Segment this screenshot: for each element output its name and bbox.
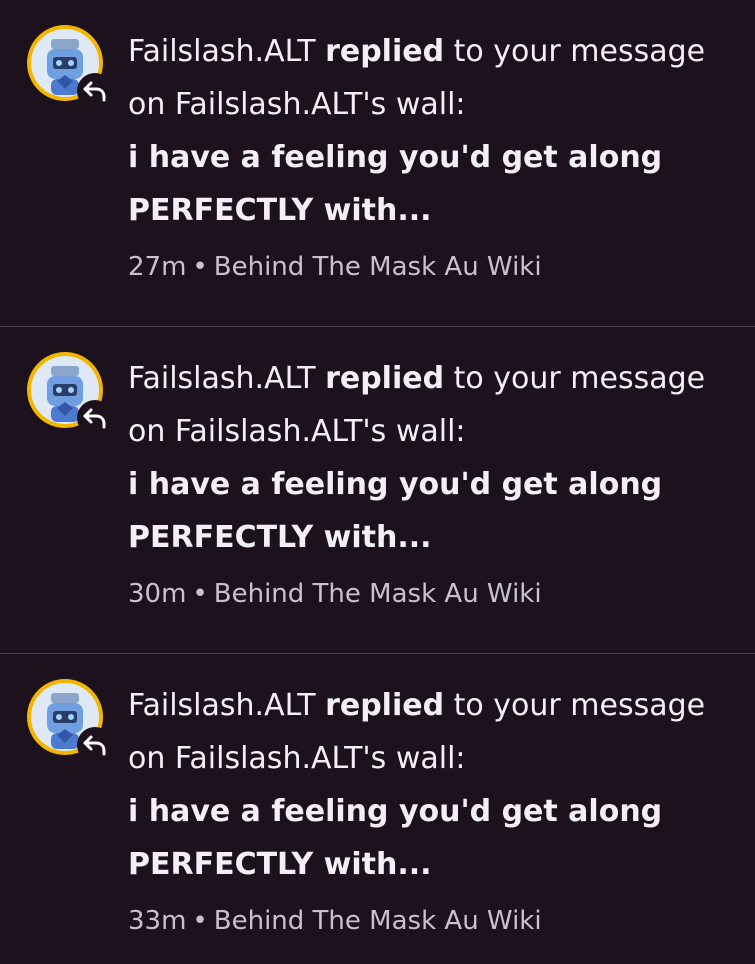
actor-name: Failslash.ALT <box>128 361 316 396</box>
wiki-name: Behind The Mask Au Wiki <box>213 579 542 609</box>
notification-headline: Failslash.ALT replied to your message on… <box>128 679 738 785</box>
notification-item[interactable]: Failslash.ALT replied to your message on… <box>0 0 755 327</box>
notification-content: Failslash.ALT replied to your message on… <box>128 25 738 285</box>
reply-badge <box>77 727 113 763</box>
notification-meta: 27m • Behind The Mask Au Wiki <box>128 249 738 285</box>
meta-separator: • <box>192 579 208 609</box>
wiki-name: Behind The Mask Au Wiki <box>213 906 542 936</box>
avatar-container <box>27 352 113 436</box>
reply-arrow-icon <box>83 408 106 429</box>
action-verb: replied <box>325 688 445 723</box>
message-snippet: i have a feeling you'd get along PERFECT… <box>128 794 663 882</box>
reply-arrow-icon <box>83 81 106 102</box>
timestamp: 30m <box>128 579 187 609</box>
notification-meta: 30m • Behind The Mask Au Wiki <box>128 576 738 612</box>
message-snippet: i have a feeling you'd get along PERFECT… <box>128 467 663 555</box>
meta-separator: • <box>192 252 208 282</box>
wiki-name: Behind The Mask Au Wiki <box>213 252 542 282</box>
notification-content: Failslash.ALT replied to your message on… <box>128 352 738 612</box>
reply-arrow-icon <box>83 735 106 756</box>
action-verb: replied <box>325 361 445 396</box>
timestamp: 27m <box>128 252 187 282</box>
reply-badge <box>77 400 113 436</box>
meta-separator: • <box>192 906 208 936</box>
notification-list: Failslash.ALT replied to your message on… <box>0 0 755 964</box>
notification-item[interactable]: Failslash.ALT replied to your message on… <box>0 654 755 964</box>
avatar-container <box>27 679 113 763</box>
avatar-container <box>27 25 113 109</box>
action-verb: replied <box>325 34 445 69</box>
notification-item[interactable]: Failslash.ALT replied to your message on… <box>0 327 755 654</box>
notification-headline: Failslash.ALT replied to your message on… <box>128 25 738 131</box>
reply-badge <box>77 73 113 109</box>
notification-headline: Failslash.ALT replied to your message on… <box>128 352 738 458</box>
message-snippet: i have a feeling you'd get along PERFECT… <box>128 140 663 228</box>
actor-name: Failslash.ALT <box>128 688 316 723</box>
actor-name: Failslash.ALT <box>128 34 316 69</box>
notification-content: Failslash.ALT replied to your message on… <box>128 679 738 939</box>
timestamp: 33m <box>128 906 187 936</box>
notification-meta: 33m • Behind The Mask Au Wiki <box>128 903 738 939</box>
